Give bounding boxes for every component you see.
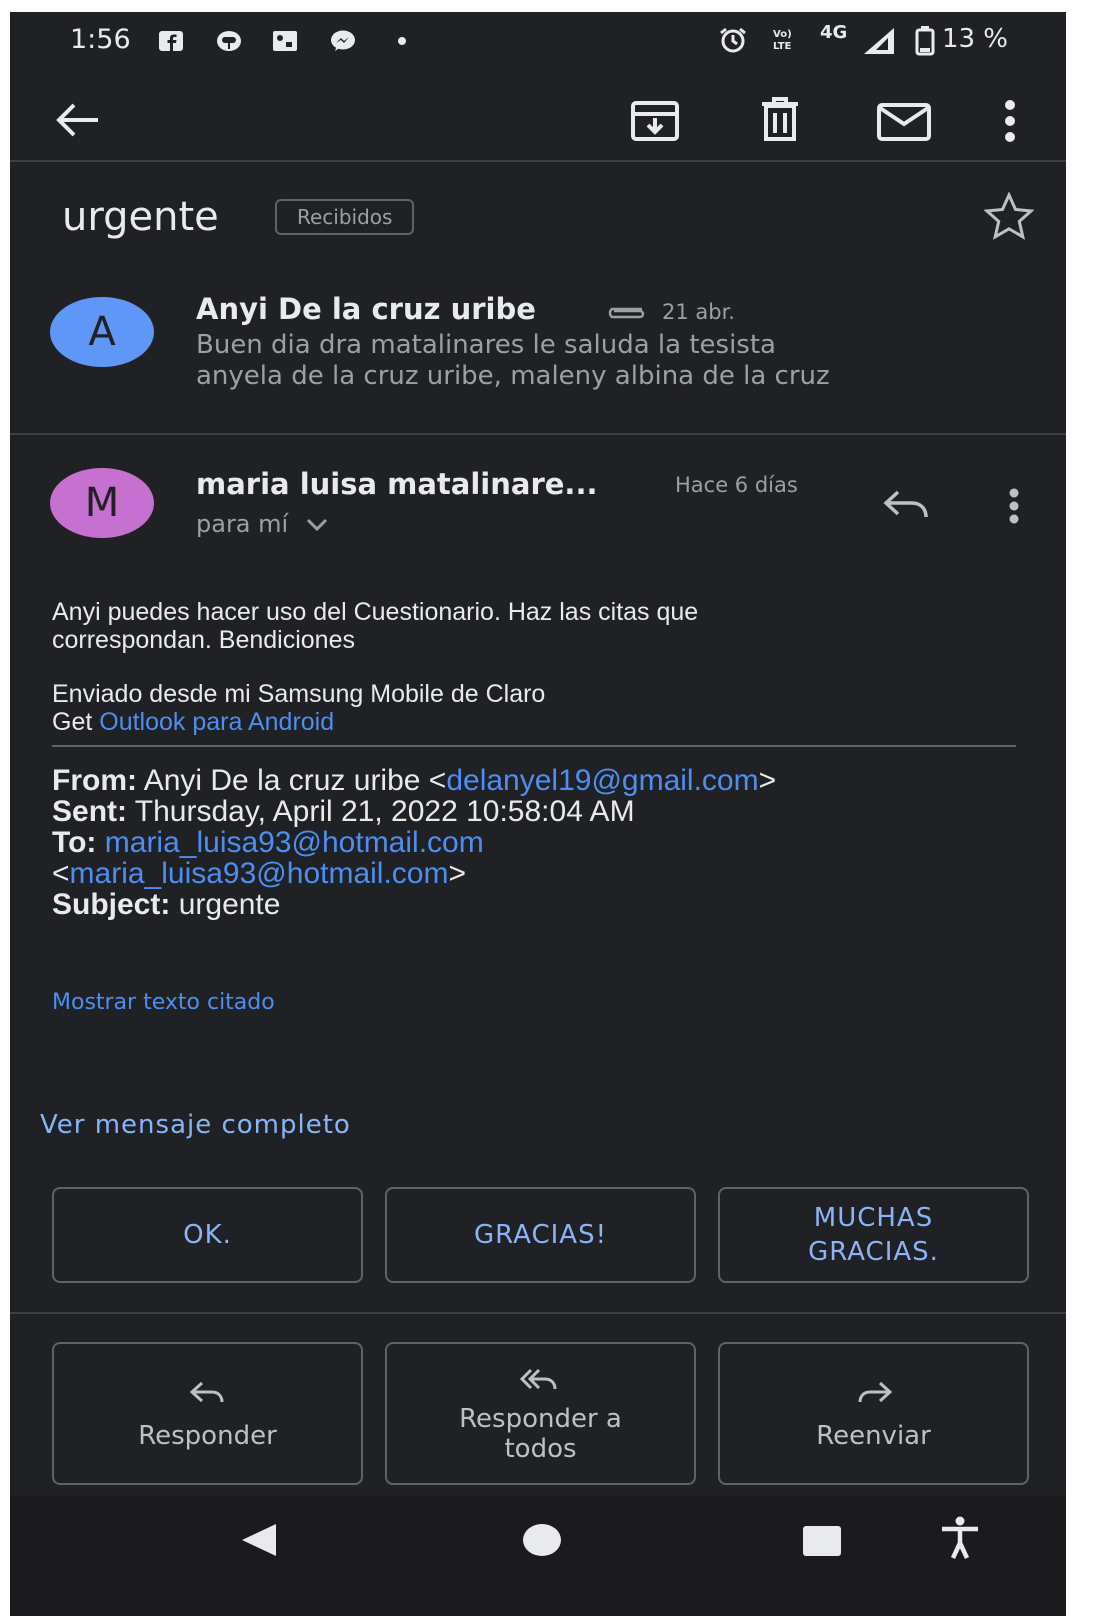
sent-label: Sent:	[52, 795, 127, 828]
pinterest-icon	[217, 31, 241, 51]
signal-icon	[864, 28, 894, 54]
body-line: correspondan. Bendiciones	[52, 626, 355, 654]
from-name: Anyi De la cruz uribe <	[143, 764, 447, 797]
volte-icon: Vo)LTE	[773, 29, 792, 52]
collapsed-message[interactable]: A Anyi De la cruz uribe 21 abr. Buen dia…	[10, 282, 1066, 432]
navigation-bar	[10, 1496, 1066, 1616]
snippet-line: anyela de la cruz uribe, maleny albina d…	[196, 361, 830, 391]
forward-button[interactable]: Reenviar	[718, 1342, 1029, 1485]
more-vert-icon[interactable]	[1004, 98, 1016, 144]
toolbar-divider	[10, 160, 1066, 162]
accessibility-icon[interactable]	[940, 1516, 980, 1560]
chevron-down-icon	[306, 518, 327, 532]
smart-reply-muchas-gracias[interactable]: MUCHAS GRACIAS.	[718, 1187, 1029, 1283]
reply-all-button[interactable]: Responder a todos	[385, 1342, 696, 1485]
label-chip[interactable]: Recibidos	[275, 199, 415, 235]
reply-button[interactable]: Responder	[52, 1342, 363, 1485]
smart-reply-label: MUCHAS	[813, 1203, 934, 1233]
messenger-icon	[331, 30, 355, 51]
outlook-link[interactable]: Outlook para Android	[99, 708, 334, 736]
signature: Enviado desde mi Samsung Mobile de Claro…	[52, 680, 545, 736]
show-quoted-link[interactable]: Mostrar texto citado	[52, 990, 275, 1015]
notification-dot-icon	[398, 37, 406, 45]
forwarded-header: From: Anyi De la cruz uribe <delanyel19@…	[52, 765, 1032, 920]
attachment-icon	[608, 307, 645, 319]
recipient-label: para mí	[196, 510, 289, 538]
reply-all-icon	[519, 1368, 556, 1389]
avatar: A	[50, 297, 154, 367]
network-type: 4G	[820, 22, 848, 43]
svg-text:Vo): Vo)	[773, 29, 792, 40]
smart-reply-ok[interactable]: OK.	[52, 1187, 363, 1283]
subject-label: Subject:	[52, 888, 171, 921]
mark-unread-icon[interactable]	[876, 102, 932, 142]
toolbar	[10, 72, 1066, 168]
actions-divider	[10, 1312, 1066, 1314]
from-line: From: Anyi De la cruz uribe <delanyel19@…	[52, 765, 1032, 796]
to-open: <	[52, 857, 70, 890]
nav-recents-icon[interactable]	[802, 1524, 842, 1558]
smart-reply-label: GRACIAS!	[473, 1220, 608, 1250]
battery-percent: 13 %	[941, 24, 1008, 54]
from-label: From:	[52, 764, 137, 797]
signature-divider	[52, 745, 1016, 747]
smart-reply-gracias[interactable]: GRACIAS!	[385, 1187, 696, 1283]
delete-icon[interactable]	[758, 96, 802, 142]
reply-all-label: todos	[504, 1433, 577, 1464]
status-bar: 1:56 Vo) LTE 4G 13 %	[10, 12, 1066, 72]
alarm-icon	[720, 27, 746, 53]
archive-icon[interactable]	[630, 100, 680, 142]
subject-line: Subject: urgente	[52, 889, 1032, 920]
message-snippet: Buen dia dra matalinares le saluda la te…	[196, 330, 1026, 392]
reply-label: Responder	[138, 1420, 277, 1451]
svg-text:LTE: LTE	[773, 41, 792, 52]
nav-home-icon[interactable]	[522, 1522, 562, 1558]
email-subject: urgente	[62, 194, 219, 240]
snippet-line: Buen dia dra matalinares le saluda la te…	[196, 330, 776, 360]
back-arrow-icon[interactable]	[54, 100, 102, 140]
battery-icon	[915, 26, 935, 56]
gallery-icon	[273, 31, 297, 51]
to-line: To: maria_luisa93@hotmail.com	[52, 827, 1032, 858]
smart-reply-label: OK.	[183, 1220, 232, 1250]
to-email-link[interactable]: maria_luisa93@hotmail.com	[105, 826, 484, 859]
smart-reply-label: GRACIAS.	[808, 1237, 939, 1267]
sent-line: Sent: Thursday, April 21, 2022 10:58:04 …	[52, 796, 1032, 827]
signature-get: Get	[52, 708, 93, 736]
message-time: Hace 6 días	[675, 473, 798, 497]
message-date: 21 abr.	[662, 300, 735, 324]
signature-line: Enviado desde mi Samsung Mobile de Claro	[52, 680, 546, 708]
avatar: M	[50, 468, 154, 538]
to-line-2: <maria_luisa93@hotmail.com>	[52, 858, 1032, 889]
from-email-link[interactable]: delanyel19@gmail.com	[446, 764, 758, 797]
reply-all-label: Responder a	[459, 1403, 622, 1434]
subject-value: urgente	[178, 888, 281, 921]
message-divider	[10, 433, 1066, 435]
status-time: 1:56	[70, 24, 131, 55]
to-close: >	[448, 857, 467, 890]
facebook-icon	[159, 31, 183, 51]
forward-icon	[858, 1381, 892, 1402]
from-close: >	[758, 764, 777, 797]
message-body: Anyi puedes hacer uso del Cuestionario. …	[52, 598, 698, 654]
to-label: To:	[52, 826, 97, 859]
phone-screen: 1:56 Vo) LTE 4G 13 % urgente Recibidos A …	[10, 12, 1066, 1616]
sender-name[interactable]: maria luisa matalinare...	[196, 467, 597, 501]
reply-icon	[189, 1381, 223, 1402]
star-icon[interactable]	[984, 192, 1034, 240]
more-vert-icon[interactable]	[1008, 488, 1020, 524]
sender-name: Anyi De la cruz uribe	[196, 292, 536, 326]
view-full-message-link[interactable]: Ver mensaje completo	[40, 1110, 351, 1140]
sent-value: Thursday, April 21, 2022 10:58:04 AM	[134, 795, 635, 828]
signature-line: Get Outlook para Android	[52, 708, 545, 736]
reply-icon[interactable]	[882, 488, 932, 522]
forward-label: Reenviar	[816, 1420, 931, 1451]
body-line: Anyi puedes hacer uso del Cuestionario. …	[52, 598, 699, 626]
nav-back-icon[interactable]	[238, 1522, 278, 1558]
recipient-toggle[interactable]: para mí	[196, 510, 328, 538]
to-email-link[interactable]: maria_luisa93@hotmail.com	[70, 857, 449, 890]
